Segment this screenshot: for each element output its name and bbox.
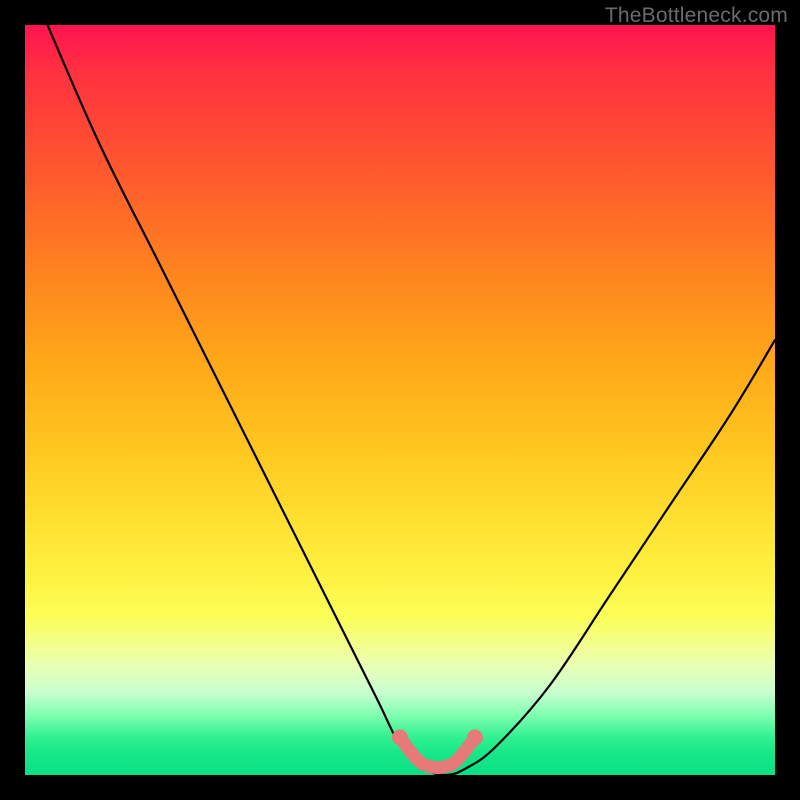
bottleneck-curve: [48, 25, 776, 775]
chart-svg: [25, 25, 775, 775]
optimal-band: [400, 738, 475, 768]
plot-area: [25, 25, 775, 775]
optimal-band-endpoint-right: [467, 730, 483, 746]
optimal-band-endpoint-left: [392, 730, 408, 746]
chart-frame: TheBottleneck.com: [0, 0, 800, 800]
